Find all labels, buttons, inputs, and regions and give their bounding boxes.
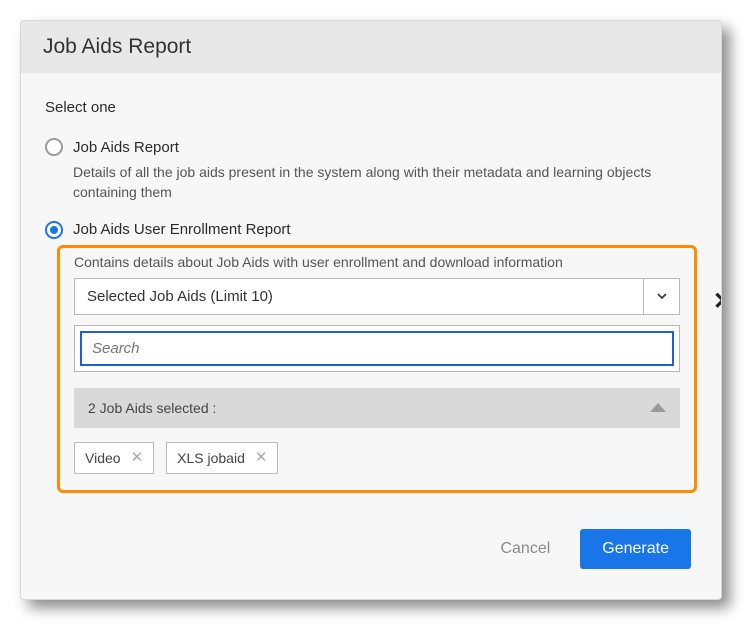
dialog-body: Select one Job Aids Report Details of al… xyxy=(21,73,721,599)
search-input[interactable] xyxy=(80,331,674,366)
radio-description: Details of all the job aids present in t… xyxy=(73,162,697,203)
selected-count-header[interactable]: 2 Job Aids selected : xyxy=(74,388,680,428)
job-aids-report-dialog: Job Aids Report Select one Job Aids Repo… xyxy=(20,20,722,600)
dropdown-label: Selected Job Aids (Limit 10) xyxy=(74,278,644,315)
radio-icon xyxy=(45,138,63,156)
highlight-box: Contains details about Job Aids with use… xyxy=(57,245,697,493)
close-icon[interactable]: ✕ xyxy=(131,450,144,465)
chip-xls-jobaid: XLS jobaid ✕ xyxy=(166,442,278,474)
radio-description: Contains details about Job Aids with use… xyxy=(74,254,680,270)
collapse-up-icon xyxy=(650,403,666,412)
chip-label: Video xyxy=(85,450,121,466)
report-type-radio-group: Job Aids Report Details of all the job a… xyxy=(45,138,697,493)
remove-selection-icon[interactable]: ✕ xyxy=(713,287,722,316)
dialog-title: Job Aids Report xyxy=(21,21,721,73)
dialog-footer: Cancel Generate xyxy=(45,529,697,569)
radio-option-user-enrollment-report[interactable]: Job Aids User Enrollment Report xyxy=(45,221,697,239)
radio-option-job-aids-report[interactable]: Job Aids Report xyxy=(45,138,697,156)
radio-label: Job Aids Report xyxy=(73,139,179,156)
selected-count-label: 2 Job Aids selected : xyxy=(88,400,216,416)
close-icon[interactable]: ✕ xyxy=(255,450,268,465)
selected-chips: Video ✕ XLS jobaid ✕ xyxy=(74,442,680,474)
radio-label: Job Aids User Enrollment Report xyxy=(73,221,291,238)
selected-job-aids-dropdown[interactable]: Selected Job Aids (Limit 10) xyxy=(74,278,680,315)
search-container xyxy=(74,325,680,372)
radio-icon xyxy=(45,221,63,239)
cancel-button[interactable]: Cancel xyxy=(500,540,550,558)
chip-video: Video ✕ xyxy=(74,442,154,474)
chevron-down-icon xyxy=(644,278,680,315)
generate-button[interactable]: Generate xyxy=(580,529,691,569)
select-one-label: Select one xyxy=(45,99,697,116)
chip-label: XLS jobaid xyxy=(177,450,245,466)
enrollment-config-block: Contains details about Job Aids with use… xyxy=(45,245,697,493)
